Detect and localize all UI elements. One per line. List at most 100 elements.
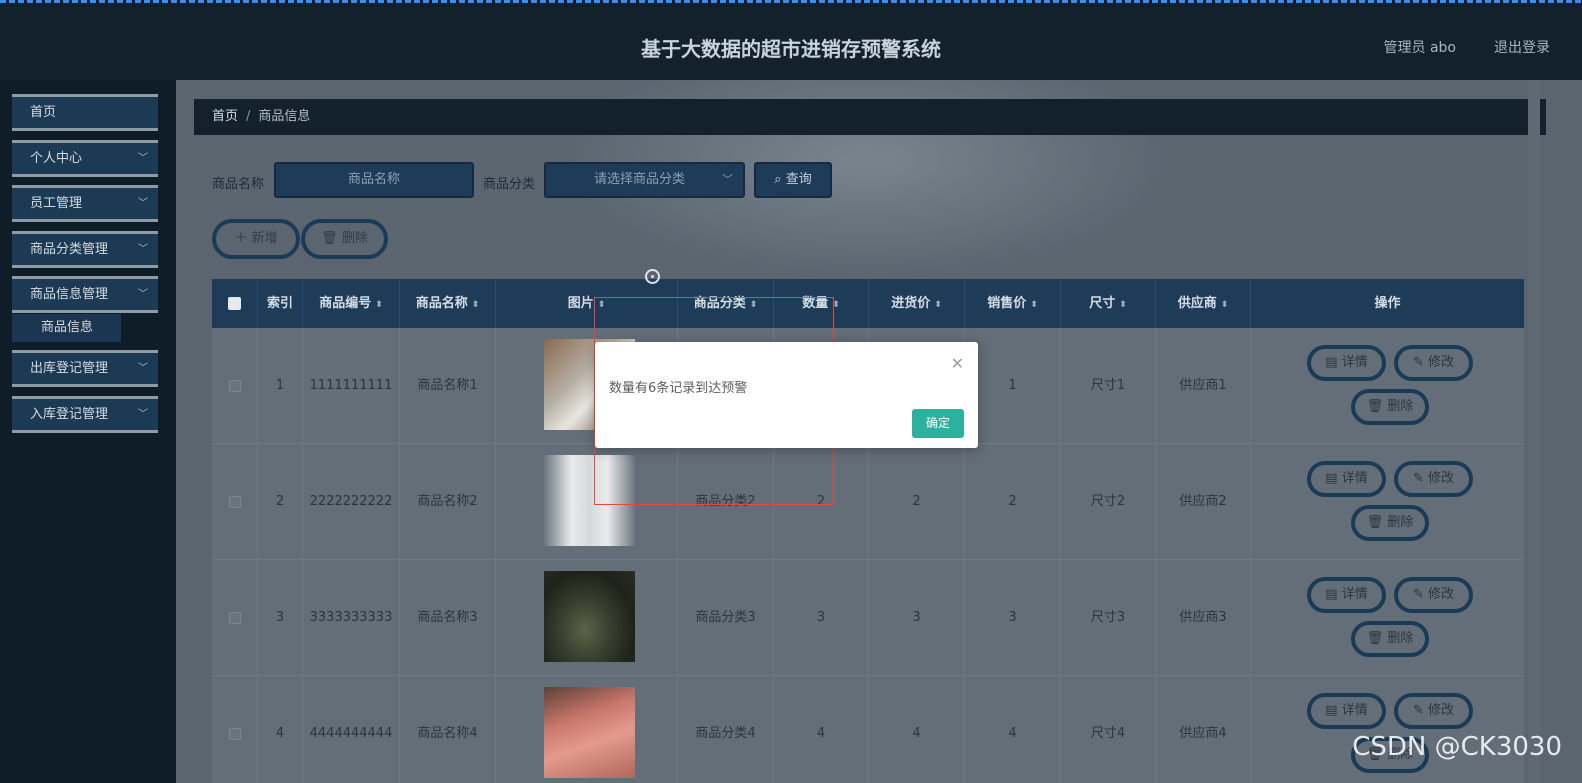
edit-button[interactable]: ✎ 修改: [1394, 693, 1473, 729]
pencil-icon: ✎: [1412, 471, 1424, 486]
delete-button[interactable]: 🗑 删除: [1351, 621, 1429, 657]
detail-button[interactable]: ▤ 详情: [1307, 693, 1386, 729]
cell-supplier: 供应商3: [1156, 560, 1251, 676]
table-row: 3 3333333333 商品名称3 商品分类3 3 3 3 尺寸3 供应商3 …: [212, 560, 1524, 676]
sidebar-item-home[interactable]: 首页: [12, 94, 158, 131]
search-icon: ⌕: [774, 172, 782, 187]
sort-icon: ⬍: [375, 300, 383, 310]
product-image[interactable]: [544, 571, 635, 662]
cell-actions: ▤ 详情 ✎ 修改 🗑 删除: [1251, 328, 1524, 444]
product-image[interactable]: [544, 687, 635, 778]
category-select[interactable]: 请选择商品分类 ﹀: [544, 162, 745, 198]
pencil-icon: ✎: [1412, 703, 1424, 718]
cell-category: 商品分类4: [678, 676, 774, 783]
document-icon: ▤: [1325, 703, 1338, 718]
batch-delete-button[interactable]: 🗑 删除: [301, 219, 388, 259]
cell-category: 商品分类3: [678, 560, 774, 676]
cell-supplier: 供应商4: [1156, 676, 1251, 783]
cell-actions: ▤ 详情 ✎ 修改 🗑 删除: [1251, 676, 1524, 783]
cell-actions: ▤ 详情 ✎ 修改 🗑 删除: [1251, 444, 1524, 560]
breadcrumb-separator: /: [246, 109, 251, 124]
trash-icon: 🗑: [1366, 515, 1384, 530]
cell-index: 4: [258, 676, 303, 783]
cell-name: 商品名称3: [400, 560, 496, 676]
sidebar-item-profile[interactable]: 个人中心 ﹀: [12, 140, 158, 177]
app-title: 基于大数据的超市进销存预警系统: [641, 37, 941, 61]
row-checkbox[interactable]: [212, 560, 258, 676]
sidebar-item-label: 商品信息管理: [30, 287, 109, 302]
current-user[interactable]: 管理员 abo: [1384, 37, 1456, 57]
pencil-icon: ✎: [1412, 355, 1424, 370]
cell-buy: 3: [869, 560, 965, 676]
row-checkbox[interactable]: [212, 328, 258, 444]
cell-size: 尺寸3: [1061, 560, 1156, 676]
delete-button-label: 删除: [341, 231, 368, 246]
detail-button[interactable]: ▤ 详情: [1307, 577, 1386, 613]
trash-icon: 🗑: [1366, 399, 1384, 414]
cell-supplier: 供应商1: [1156, 328, 1251, 444]
row-checkbox[interactable]: [212, 676, 258, 783]
sidebar-subitem-goods-info[interactable]: 商品信息: [12, 314, 121, 342]
breadcrumb-home[interactable]: 首页: [212, 109, 238, 124]
sidebar-item-category[interactable]: 商品分类管理 ﹀: [12, 231, 158, 268]
sort-icon: ⬍: [1119, 300, 1127, 310]
cell-code: 4444444444: [303, 676, 400, 783]
add-button-label: 新增: [251, 231, 278, 246]
sidebar-item-inbound[interactable]: 入库登记管理 ﹀: [12, 396, 158, 433]
plus-icon: ＋: [234, 231, 248, 246]
edit-button[interactable]: ✎ 修改: [1394, 345, 1473, 381]
sidebar: 首页 个人中心 ﹀ 员工管理 ﹀ 商品分类管理 ﹀ 商品信息管理 ﹀ 商品信息 出库登记…: [0, 80, 176, 783]
add-button[interactable]: ＋ 新增: [212, 219, 300, 259]
chevron-down-icon: ﹀: [722, 173, 733, 186]
sidebar-item-label: 出库登记管理: [30, 361, 109, 376]
cell-sell: 2: [965, 444, 1061, 560]
table-row: 4 4444444444 商品名称4 商品分类4 4 4 4 尺寸4 供应商4 …: [212, 676, 1524, 783]
name-search-input[interactable]: 商品名称: [274, 162, 474, 198]
search-button-label: 查询: [785, 172, 812, 187]
cell-sell: 1: [965, 328, 1061, 444]
cell-index: 3: [258, 560, 303, 676]
document-icon: ▤: [1325, 587, 1338, 602]
close-icon[interactable]: ✕: [951, 354, 964, 373]
table-header: 索引 商品编号 ⬍ 商品名称 ⬍ 图片 ⬍ 商品分类 ⬍ 数量 ⬍ 进货价 ⬍ 销售价 ⬍ 尺…: [212, 279, 1524, 328]
detail-button[interactable]: ▤ 详情: [1307, 345, 1386, 381]
cell-buy: 2: [869, 444, 965, 560]
cell-name: 商品名称2: [400, 444, 496, 560]
col-code[interactable]: 商品编号 ⬍: [303, 279, 400, 328]
cell-sell: 4: [965, 676, 1061, 783]
row-checkbox[interactable]: [212, 444, 258, 560]
logout-link[interactable]: 退出登录: [1494, 37, 1550, 57]
cell-actions: ▤ 详情 ✎ 修改 🗑 删除: [1251, 560, 1524, 676]
col-supplier[interactable]: 供应商 ⬍: [1156, 279, 1251, 328]
cell-name: 商品名称4: [400, 676, 496, 783]
delete-button[interactable]: 🗑 删除: [1351, 505, 1429, 541]
chevron-down-icon: ﹀: [138, 153, 148, 164]
edit-button[interactable]: ✎ 修改: [1394, 577, 1473, 613]
detail-button[interactable]: ▤ 详情: [1307, 461, 1386, 497]
trash-icon: 🗑: [1366, 631, 1384, 646]
warning-dialog: ✕ 数量有6条记录到达预警 确定: [595, 342, 978, 448]
col-sell-price[interactable]: 销售价 ⬍: [965, 279, 1061, 328]
sidebar-item-label: 入库登记管理: [30, 407, 109, 422]
sidebar-item-outbound[interactable]: 出库登记管理 ﹀: [12, 350, 158, 387]
cell-index: 1: [258, 328, 303, 444]
col-size[interactable]: 尺寸 ⬍: [1061, 279, 1156, 328]
edit-button[interactable]: ✎ 修改: [1394, 461, 1473, 497]
col-name[interactable]: 商品名称 ⬍: [400, 279, 496, 328]
select-all-checkbox[interactable]: [212, 279, 258, 328]
breadcrumb-current: 商品信息: [258, 109, 311, 124]
sidebar-item-goods[interactable]: 商品信息管理 ﹀: [12, 276, 158, 313]
delete-button[interactable]: 🗑 删除: [1351, 389, 1429, 425]
sidebar-item-label: 商品分类管理: [30, 242, 109, 257]
category-select-placeholder: 请选择商品分类: [594, 172, 686, 187]
sidebar-item-staff[interactable]: 员工管理 ﹀: [12, 185, 158, 222]
search-button[interactable]: ⌕ 查询: [754, 162, 832, 198]
scrollbar[interactable]: [1528, 80, 1540, 783]
cell-image: [496, 676, 678, 783]
cell-index: 2: [258, 444, 303, 560]
mouse-cursor-icon: [645, 269, 660, 284]
confirm-button[interactable]: 确定: [912, 409, 964, 438]
cell-code: 3333333333: [303, 560, 400, 676]
document-icon: ▤: [1325, 355, 1338, 370]
col-buy-price[interactable]: 进货价 ⬍: [869, 279, 965, 328]
